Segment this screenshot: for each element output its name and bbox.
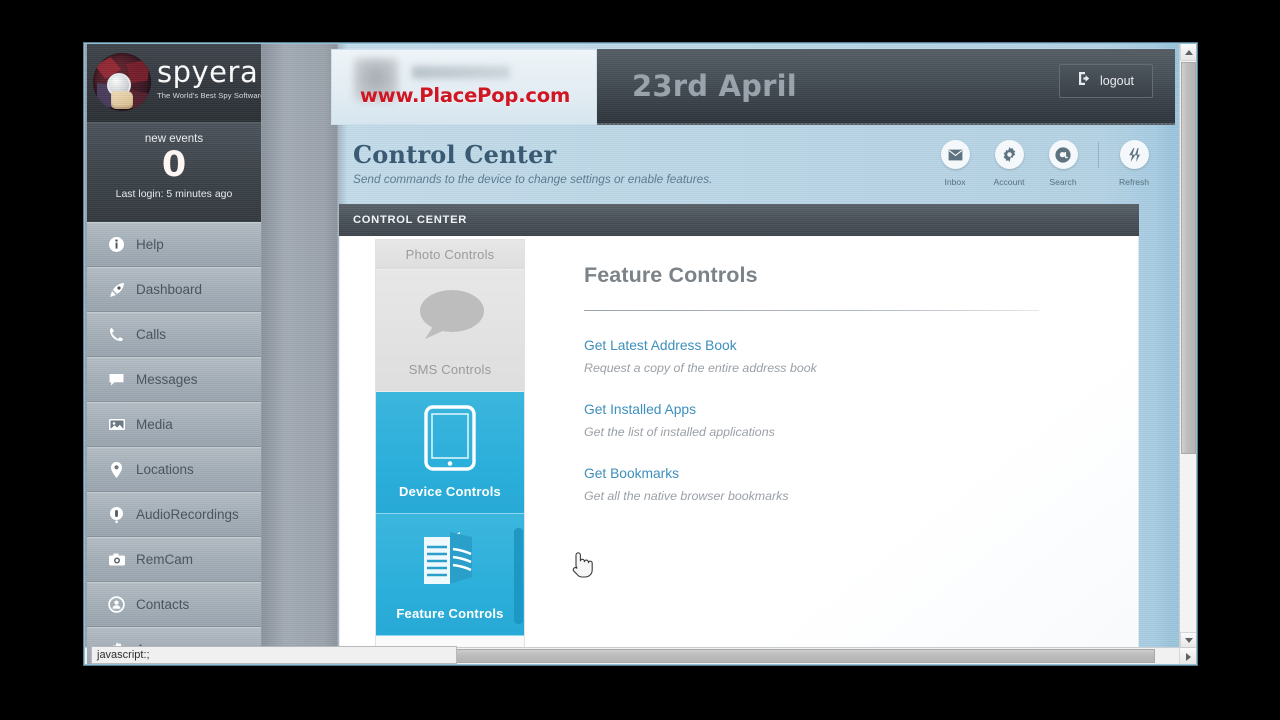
tab-sms-controls[interactable]: SMS Controls <box>376 270 524 392</box>
tab-label: SMS Controls <box>376 362 524 391</box>
command-row: Get Latest Address Book Request a copy o… <box>584 337 1107 375</box>
rocket-icon <box>107 280 126 299</box>
logout-arrow-icon <box>1078 71 1093 91</box>
quick-action-refresh[interactable]: Refresh <box>1111 140 1157 187</box>
at-search-icon <box>1049 140 1078 169</box>
sidebar-item-calls[interactable]: Calls <box>87 312 261 357</box>
sidebar-item-label: Messages <box>136 372 198 387</box>
camera-icon <box>107 550 126 569</box>
command-description: Request a copy of the entire address boo… <box>584 361 1107 375</box>
control-center-panel: Photo Controls SMS Controls <box>339 236 1139 665</box>
tab-device-controls[interactable]: Device Controls <box>376 392 524 514</box>
page-heading-zone: Control Center Send commands to the devi… <box>331 126 1175 204</box>
tab-list-scrollbar[interactable] <box>514 528 523 624</box>
logout-label: logout <box>1100 74 1134 88</box>
brand-logo-block[interactable]: spyera The World's Best Spy Software <box>87 44 261 122</box>
command-row: Get Bookmarks Get all the native browser… <box>584 465 1107 503</box>
tablet-icon <box>376 392 524 484</box>
phone-icon <box>107 325 126 344</box>
tab-label: Device Controls <box>376 484 524 513</box>
quick-action-label: Account <box>986 177 1032 187</box>
controls-tab-list: Photo Controls SMS Controls <box>375 239 525 665</box>
scroll-up-button[interactable] <box>1180 44 1197 61</box>
quick-action-account[interactable]: Account <box>986 140 1032 187</box>
tab-photo-controls[interactable]: Photo Controls <box>376 240 524 270</box>
quick-action-label: Inbox <box>932 177 978 187</box>
user-card: www.PlacePop.com <box>331 49 597 125</box>
sidebar: spyera The World's Best Spy Software new… <box>87 44 261 644</box>
sidebar-item-label: Contacts <box>136 597 189 612</box>
envelope-icon <box>941 140 970 169</box>
top-bar: www.PlacePop.com 23rd April logout <box>331 44 1175 126</box>
quick-action-inbox[interactable]: Inbox <box>932 140 978 187</box>
book-pages-icon <box>376 514 524 606</box>
vertical-scrollbar[interactable] <box>1179 44 1196 649</box>
quick-action-label: Refresh <box>1111 177 1157 187</box>
feature-panel-title: Feature Controls <box>584 263 1107 288</box>
sidebar-item-media[interactable]: Media <box>87 402 261 447</box>
horizontal-scroll-thumb[interactable] <box>455 649 1155 663</box>
sidebar-item-label: Media <box>136 417 173 432</box>
command-row: Get Installed Apps Get the list of insta… <box>584 401 1107 439</box>
sidebar-item-label: AudioRecordings <box>136 507 239 522</box>
speech-bubble-icon <box>107 370 126 389</box>
content-area: www.PlacePop.com 23rd April logout Contr… <box>331 44 1175 665</box>
map-pin-icon <box>107 460 126 479</box>
brand-tagline: The World's Best Spy Software <box>157 91 261 100</box>
command-description: Get the list of installed applications <box>584 425 1107 439</box>
feature-controls-pane: Feature Controls Get Latest Address Book… <box>548 239 1137 665</box>
browser-window: spyera The World's Best Spy Software new… <box>84 43 1197 665</box>
sidebar-item-dashboard[interactable]: Dashboard <box>87 267 261 312</box>
chevron-right-icon <box>1186 653 1191 661</box>
chevron-down-icon <box>1185 638 1193 643</box>
get-installed-apps-link[interactable]: Get Installed Apps <box>584 402 696 417</box>
tab-feature-controls[interactable]: Feature Controls <box>376 514 524 636</box>
chevron-up-icon <box>1185 50 1193 55</box>
picture-icon <box>107 415 126 434</box>
scroll-right-button[interactable] <box>1179 648 1196 665</box>
sidebar-item-label: Locations <box>136 462 194 477</box>
brand-name: spyera <box>157 58 261 87</box>
sidebar-item-label: Calls <box>136 327 166 342</box>
new-events-label: new events <box>87 123 261 145</box>
get-latest-address-book-link[interactable]: Get Latest Address Book <box>584 338 737 353</box>
quick-action-icons: Inbox Account Search <box>932 140 1157 187</box>
sidebar-item-locations[interactable]: Locations <box>87 447 261 492</box>
section-title-bar: CONTROL CENTER <box>339 204 1139 236</box>
last-login-text: Last login: 5 minutes ago <box>87 188 261 200</box>
sidebar-item-label: RemCam <box>136 552 193 567</box>
target-circle-icon <box>107 595 126 614</box>
gear-icon <box>995 140 1024 169</box>
sidebar-item-remcam[interactable]: RemCam <box>87 537 261 582</box>
speech-bubble-icon <box>376 270 524 362</box>
sidebar-item-label: Dashboard <box>136 282 202 297</box>
brand-text: spyera The World's Best Spy Software <box>157 58 261 100</box>
sidebar-item-contacts[interactable]: Contacts <box>87 582 261 627</box>
new-events-count: 0 <box>87 147 261 184</box>
divider <box>584 310 1039 311</box>
sidebar-item-audiorecordings[interactable]: AudioRecordings <box>87 492 261 537</box>
quick-action-search[interactable]: Search <box>1040 140 1086 187</box>
microphone-circle-icon <box>107 505 126 524</box>
sidebar-item-label: Help <box>136 237 164 252</box>
spyera-magnifier-logo-icon <box>93 53 151 111</box>
tab-label: Feature Controls <box>376 606 524 635</box>
tab-label: Photo Controls <box>376 240 524 262</box>
sidebar-item-help[interactable]: Help <box>87 222 261 267</box>
get-bookmarks-link[interactable]: Get Bookmarks <box>584 466 679 481</box>
username-redacted <box>412 66 510 79</box>
info-icon <box>107 235 126 254</box>
vertical-scroll-thumb[interactable] <box>1181 62 1196 454</box>
site-watermark: www.PlacePop.com <box>332 84 598 107</box>
command-description: Get all the native browser bookmarks <box>584 489 1107 503</box>
divider <box>1098 142 1099 168</box>
status-bar: javascript:; <box>91 646 457 664</box>
sidebar-item-messages[interactable]: Messages <box>87 357 261 402</box>
new-events-panel: new events 0 Last login: 5 minutes ago <box>87 122 261 222</box>
screen: spyera The World's Best Spy Software new… <box>0 0 1280 720</box>
quick-action-label: Search <box>1040 177 1086 187</box>
logout-button[interactable]: logout <box>1059 64 1153 98</box>
section-title: CONTROL CENTER <box>353 214 467 226</box>
lightning-refresh-icon <box>1120 140 1149 169</box>
